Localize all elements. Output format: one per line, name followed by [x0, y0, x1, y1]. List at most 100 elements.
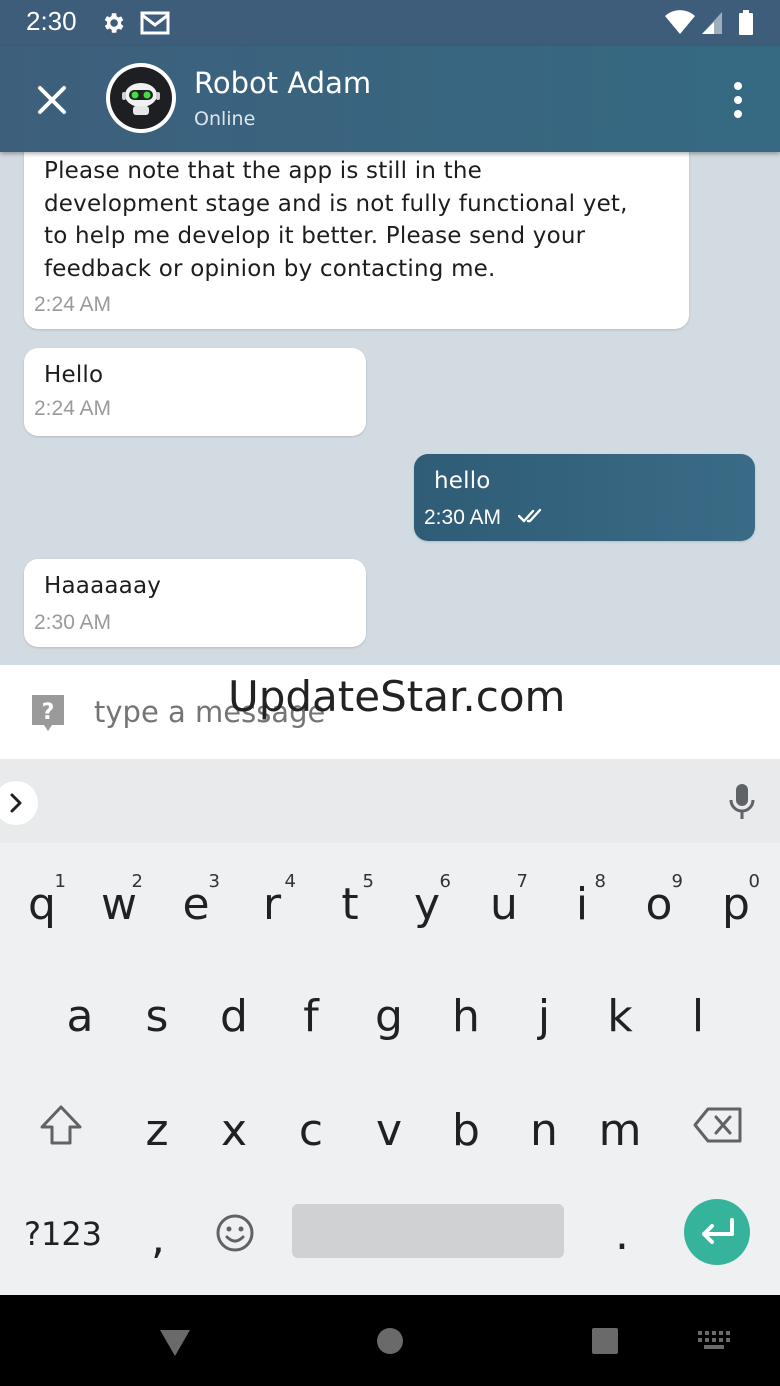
- key-char: b: [452, 1105, 480, 1156]
- key-n[interactable]: n: [514, 1083, 574, 1163]
- key-r[interactable]: r4: [242, 857, 302, 937]
- navigation-bar: [0, 1295, 780, 1386]
- wifi-icon: [664, 10, 696, 40]
- svg-text:?: ?: [42, 700, 55, 725]
- key-char: g: [375, 991, 403, 1042]
- key-period[interactable]: .: [592, 1195, 652, 1275]
- key-char: ?123: [23, 1215, 103, 1253]
- message-time: 2:30 AM: [34, 611, 112, 634]
- key-k[interactable]: k: [590, 969, 650, 1049]
- message-text: hello: [434, 468, 491, 494]
- key-hint: 7: [516, 871, 528, 892]
- message-text: Hello: [44, 362, 104, 388]
- key-char: s: [145, 991, 169, 1042]
- key-l[interactable]: l: [668, 969, 728, 1049]
- message-bubble-incoming[interactable]: Please note that the app is still in the…: [24, 152, 689, 329]
- message-bubble-incoming[interactable]: Haaaaaay 2:30 AM: [24, 559, 366, 647]
- status-bar: 2:30: [0, 0, 780, 46]
- key-z[interactable]: z: [127, 1083, 187, 1163]
- key-q[interactable]: q1: [12, 857, 72, 937]
- help-icon[interactable]: ?: [30, 693, 66, 737]
- keyboard: q1 w2 e3 r4 t5 y6 u7 i8 o9 p0 a s d f g …: [0, 843, 780, 1295]
- key-p[interactable]: p0: [706, 857, 766, 937]
- key-char: a: [66, 991, 94, 1042]
- key-a[interactable]: a: [50, 969, 110, 1049]
- key-char: k: [607, 991, 633, 1042]
- key-comma[interactable]: ,: [128, 1195, 188, 1275]
- key-char: m: [598, 1105, 642, 1156]
- back-icon[interactable]: [158, 1328, 192, 1362]
- message-bubble-incoming[interactable]: Hello 2:24 AM: [24, 348, 366, 436]
- key-t[interactable]: t5: [320, 857, 380, 937]
- enter-key[interactable]: [684, 1199, 750, 1265]
- key-b[interactable]: b: [436, 1083, 496, 1163]
- message-list[interactable]: Please note that the app is still in the…: [0, 152, 780, 665]
- key-u[interactable]: u7: [474, 857, 534, 937]
- enter-icon: [702, 1218, 734, 1244]
- message-line: to help me develop it better. Please sen…: [44, 223, 586, 249]
- message-time: 2:24 AM: [34, 293, 112, 316]
- shift-icon: [40, 1105, 82, 1145]
- double-check-icon: [517, 506, 546, 530]
- key-hint: 5: [362, 871, 374, 892]
- shift-key[interactable]: [30, 1083, 90, 1163]
- emoji-key[interactable]: [205, 1195, 265, 1275]
- key-h[interactable]: h: [436, 969, 496, 1049]
- keyboard-switch-icon[interactable]: [698, 1331, 730, 1355]
- contact-name[interactable]: Robot Adam: [194, 66, 371, 100]
- robot-avatar-icon: [110, 67, 172, 129]
- key-x[interactable]: x: [204, 1083, 264, 1163]
- key-char: d: [220, 991, 248, 1042]
- message-bubble-outgoing[interactable]: hello 2:30 AM: [414, 454, 755, 541]
- message-line: Please note that the app is still in the: [44, 158, 482, 184]
- key-w[interactable]: w2: [89, 857, 149, 937]
- expand-toolbar-button[interactable]: [0, 781, 38, 825]
- key-i[interactable]: i8: [552, 857, 612, 937]
- keyboard-suggestion-strip: [0, 759, 780, 843]
- key-char: n: [530, 1105, 558, 1156]
- key-hint: 4: [284, 871, 296, 892]
- status-time: 2:30: [26, 6, 77, 36]
- key-char: c: [298, 1105, 324, 1156]
- microphone-icon[interactable]: [728, 783, 756, 825]
- avatar[interactable]: [106, 63, 176, 133]
- key-hint: 1: [54, 871, 66, 892]
- backspace-key[interactable]: [690, 1083, 750, 1163]
- recents-icon[interactable]: [591, 1327, 619, 1359]
- key-s[interactable]: s: [127, 969, 187, 1049]
- key-v[interactable]: v: [359, 1083, 419, 1163]
- key-char: .: [615, 1209, 629, 1260]
- key-f[interactable]: f: [281, 969, 341, 1049]
- more-vert-icon[interactable]: [724, 80, 752, 120]
- symbols-key[interactable]: ?123: [18, 1195, 108, 1275]
- message-line: development stage and is not fully funct…: [44, 190, 628, 217]
- key-char: f: [303, 991, 319, 1042]
- key-char: l: [691, 991, 705, 1042]
- chat-header: Robot Adam Online: [0, 46, 780, 152]
- close-icon[interactable]: [30, 78, 74, 122]
- gmail-icon: [140, 10, 170, 40]
- settings-icon: [100, 10, 126, 40]
- key-hint: 2: [131, 871, 143, 892]
- key-m[interactable]: m: [590, 1083, 650, 1163]
- key-o[interactable]: o9: [629, 857, 689, 937]
- key-char: z: [145, 1105, 169, 1156]
- key-c[interactable]: c: [281, 1083, 341, 1163]
- key-char: j: [537, 991, 551, 1042]
- home-icon[interactable]: [376, 1327, 404, 1359]
- watermark: UpdateStar.com: [228, 672, 566, 721]
- signal-icon: [700, 10, 724, 40]
- key-d[interactable]: d: [204, 969, 264, 1049]
- key-hint: 8: [594, 871, 606, 892]
- key-e[interactable]: e3: [166, 857, 226, 937]
- key-hint: 6: [439, 871, 451, 892]
- message-time: 2:24 AM: [34, 397, 112, 420]
- key-g[interactable]: g: [359, 969, 419, 1049]
- message-text: Please note that the app is still in the…: [44, 155, 628, 285]
- key-y[interactable]: y6: [397, 857, 457, 937]
- space-key[interactable]: [292, 1204, 564, 1258]
- key-char: x: [220, 1105, 248, 1156]
- backspace-icon: [693, 1107, 742, 1143]
- key-hint: 0: [748, 871, 760, 892]
- key-j[interactable]: j: [514, 969, 574, 1049]
